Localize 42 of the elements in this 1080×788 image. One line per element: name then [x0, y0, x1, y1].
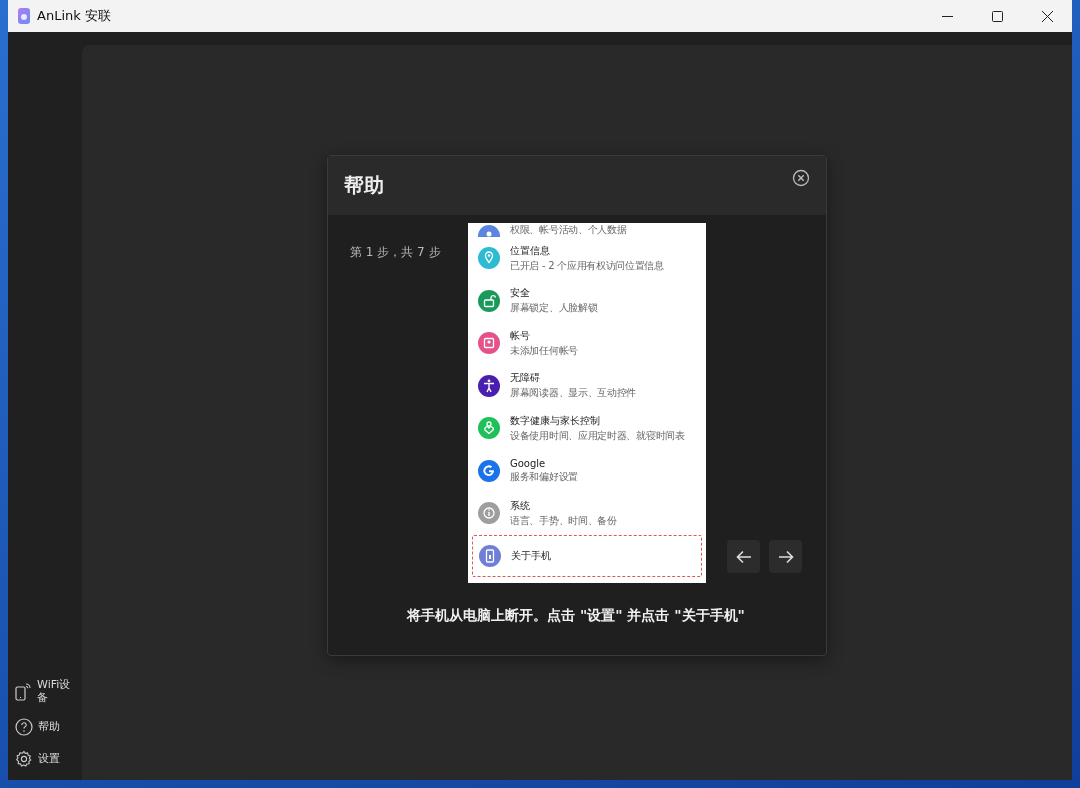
setting-description: 屏幕锁定、人脸解锁 — [510, 301, 598, 316]
setting-title: Google — [510, 457, 547, 469]
settings-category-icon — [478, 247, 500, 270]
settings-category-icon — [478, 289, 500, 312]
setting-title: 帐号 — [510, 328, 531, 343]
next-button[interactable] — [769, 540, 802, 573]
settings-category-icon — [478, 332, 500, 355]
app-logo-icon — [18, 8, 30, 24]
setting-title: 关于手机 — [511, 548, 551, 563]
close-icon — [1041, 10, 1053, 22]
sidebar-item[interactable]: 设置 — [8, 746, 82, 772]
sidebar-item[interactable]: 帮助 — [8, 714, 82, 740]
settings-category-icon — [479, 544, 501, 567]
maximize-icon — [991, 10, 1003, 22]
phone-wifi-icon — [15, 680, 32, 701]
step-counter: 第 1 步，共 7 步 — [350, 245, 441, 259]
setting-description: 服务和偏好设置 — [510, 469, 578, 484]
setting-description: 未添加任何帐号 — [510, 343, 578, 358]
dialog-title: 帮助 — [344, 172, 384, 199]
settings-icon — [15, 750, 33, 768]
right-arrow-icon — [777, 549, 794, 564]
settings-category-icon — [478, 459, 500, 482]
setting-description: 已开启 - 2 个应用有权访问位置信息 — [510, 258, 664, 273]
previous-button[interactable] — [727, 540, 760, 573]
close-button[interactable] — [792, 168, 810, 187]
window-title: AnLink 安联 — [37, 7, 111, 25]
setting-title: 数字健康与家长控制 — [510, 413, 601, 428]
setting-description: 语言、手势、时间、备份 — [510, 513, 617, 528]
settings-category-icon — [478, 374, 500, 397]
setting-title: 无障碍 — [510, 371, 541, 386]
settings-category-icon — [478, 417, 500, 440]
setting-title: 系统 — [510, 498, 531, 513]
help-icon — [15, 718, 33, 736]
settings-category-icon — [478, 502, 500, 525]
setting-description: 权限、帐号活动、个人数据 — [510, 223, 627, 237]
instruction-text: 将手机从电脑上断开。点击 "设置" 并点击 "关于手机" — [406, 607, 746, 625]
setting-description: 屏幕阅读器、显示、互动控件 — [510, 386, 637, 401]
left-arrow-icon — [735, 549, 752, 564]
sidebar-item[interactable]: WiFi设备 — [8, 673, 82, 708]
setting-title: 安全 — [510, 286, 531, 301]
setting-title: 位置信息 — [510, 243, 551, 258]
setting-description: 设备使用时间、应用定时器、就寝时间表 — [510, 428, 685, 443]
